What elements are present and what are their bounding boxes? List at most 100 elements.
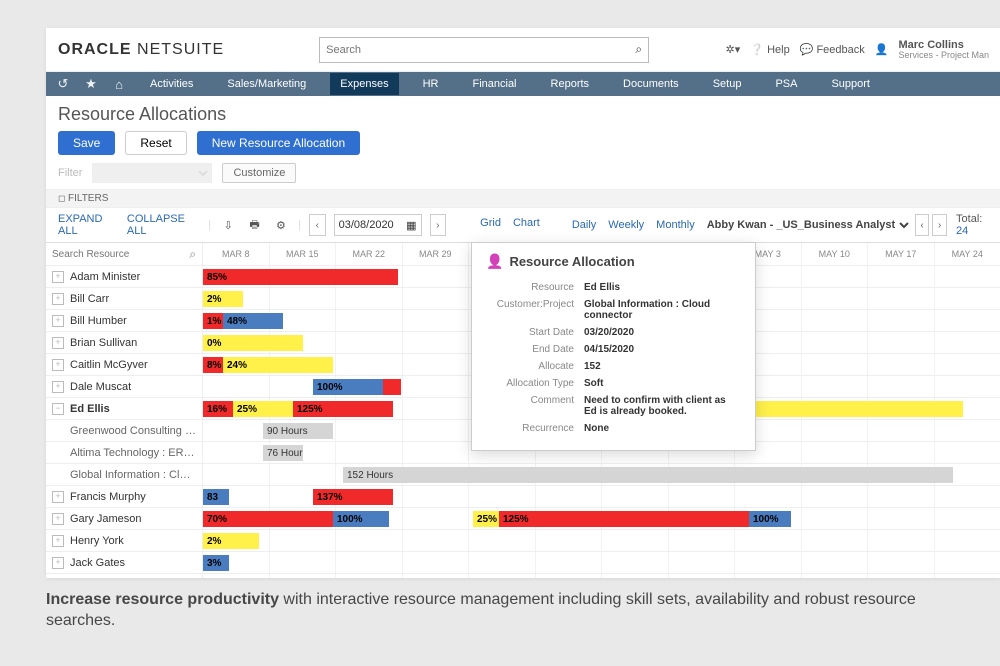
resource-row[interactable]: Altima Technology : ERP Integ...: [46, 442, 202, 464]
help-link[interactable]: ❔ Help: [750, 43, 789, 56]
allocation-bar[interactable]: 125%: [293, 401, 393, 417]
resource-name: Global Information : Cloud co...: [70, 469, 196, 481]
menu-activities[interactable]: Activities: [140, 73, 203, 95]
reset-button[interactable]: Reset: [125, 131, 186, 155]
new-allocation-button[interactable]: New Resource Allocation: [197, 131, 360, 155]
week-col: MAY 24: [935, 243, 1000, 265]
period-monthly[interactable]: Monthly: [656, 219, 695, 231]
resource-row[interactable]: +Dale Muscat: [46, 376, 202, 398]
res-next[interactable]: ›: [932, 214, 947, 236]
resource-row[interactable]: +Adam Minister: [46, 266, 202, 288]
resource-row[interactable]: +Henry York: [46, 530, 202, 552]
view-chart[interactable]: Chart: [513, 217, 540, 233]
expand-icon[interactable]: +: [52, 315, 64, 327]
home-icon[interactable]: ⌂: [112, 77, 126, 92]
prev-period[interactable]: ‹: [309, 214, 326, 236]
allocation-bar[interactable]: 83: [203, 489, 229, 505]
expand-all[interactable]: EXPAND ALL: [58, 213, 119, 237]
resource-row[interactable]: +Jack Gates: [46, 552, 202, 574]
menu-psa[interactable]: PSA: [765, 73, 807, 95]
allocation-bar[interactable]: 152 Hours: [343, 467, 953, 483]
expand-icon[interactable]: +: [52, 359, 64, 371]
globe-icon[interactable]: ✲▾: [726, 43, 741, 56]
search-input[interactable]: [326, 44, 635, 56]
resource-row[interactable]: +Francis Murphy: [46, 486, 202, 508]
expand-icon[interactable]: +: [52, 271, 64, 283]
expand-icon[interactable]: +: [52, 381, 64, 393]
allocation-bar[interactable]: 24%: [223, 357, 333, 373]
print-icon[interactable]: 🖶: [245, 215, 263, 235]
resource-name: Bill Humber: [70, 315, 196, 327]
resource-row[interactable]: +Bill Carr: [46, 288, 202, 310]
resource-row[interactable]: +Brian Sullivan: [46, 332, 202, 354]
menu-financial[interactable]: Financial: [462, 73, 526, 95]
resource-row[interactable]: +James Farinaw: [46, 574, 202, 578]
resource-search[interactable]: [52, 249, 189, 260]
menu-salesmarketing[interactable]: Sales/Marketing: [217, 73, 316, 95]
allocation-bar[interactable]: 1%: [203, 313, 223, 329]
expand-icon[interactable]: −: [52, 403, 64, 415]
allocation-bar[interactable]: 137%: [313, 489, 393, 505]
expand-icon[interactable]: +: [52, 557, 64, 569]
allocation-bar[interactable]: 125%: [499, 511, 749, 527]
allocation-bar[interactable]: 2%: [203, 291, 243, 307]
expand-icon[interactable]: +: [52, 535, 64, 547]
period-weekly[interactable]: Weekly: [608, 219, 644, 231]
tooltip-value: Soft: [580, 376, 739, 391]
gear-icon[interactable]: ⚙: [272, 215, 290, 235]
allocation-bar[interactable]: 85%: [203, 269, 398, 285]
allocation-bar[interactable]: 100%: [333, 511, 389, 527]
menu-documents[interactable]: Documents: [613, 73, 689, 95]
res-prev[interactable]: ‹: [915, 214, 930, 236]
customize-button[interactable]: Customize: [222, 163, 296, 183]
allocation-bar[interactable]: 70%: [203, 511, 333, 527]
allocation-bar[interactable]: 3%: [203, 555, 229, 571]
feedback-link[interactable]: 💬 Feedback: [800, 43, 865, 56]
menu-setup[interactable]: Setup: [703, 73, 752, 95]
resource-row[interactable]: −Ed Ellis: [46, 398, 202, 420]
tooltip-key: End Date: [488, 342, 578, 357]
allocation-bar[interactable]: 2%: [203, 533, 259, 549]
expand-icon[interactable]: +: [52, 513, 64, 525]
download-icon[interactable]: ⇩: [219, 215, 237, 235]
allocation-bar[interactable]: 90 Hours: [263, 423, 333, 439]
next-period[interactable]: ›: [430, 214, 447, 236]
week-col: MAR 22: [336, 243, 403, 265]
expand-icon[interactable]: +: [52, 293, 64, 305]
allocation-bar[interactable]: 16%: [203, 401, 233, 417]
filter-select[interactable]: [92, 163, 212, 183]
resource-select[interactable]: Abby Kwan - _US_Business Analyst: [703, 218, 912, 232]
global-search[interactable]: ⌕: [319, 37, 649, 63]
allocation-bar[interactable]: 0%: [203, 335, 303, 351]
resource-row[interactable]: + Bill Humber: [46, 310, 202, 332]
menu-hr[interactable]: HR: [413, 73, 449, 95]
view-grid[interactable]: Grid: [480, 217, 501, 233]
resource-row[interactable]: +Caitlin McGyver: [46, 354, 202, 376]
menu-support[interactable]: Support: [821, 73, 880, 95]
save-button[interactable]: Save: [58, 131, 115, 155]
resource-row[interactable]: Greenwood Consulting : Data...: [46, 420, 202, 442]
allocation-bar[interactable]: 8%: [203, 357, 223, 373]
menu-expenses[interactable]: Expenses: [330, 73, 398, 95]
history-icon[interactable]: ↺: [56, 76, 70, 92]
star-icon[interactable]: ★: [84, 76, 98, 92]
search-icon: ⌕: [635, 42, 642, 57]
menu-reports[interactable]: Reports: [541, 73, 600, 95]
allocation-bar[interactable]: 48%: [223, 313, 283, 329]
resource-row[interactable]: Global Information : Cloud co...: [46, 464, 202, 486]
filter-label: Filter: [58, 167, 82, 179]
allocation-bar[interactable]: 25%: [473, 511, 499, 527]
expand-icon[interactable]: +: [52, 491, 64, 503]
allocation-bar[interactable]: 100%: [749, 511, 791, 527]
date-input[interactable]: 03/08/2020 ▦: [334, 214, 422, 236]
period-daily[interactable]: Daily: [572, 219, 596, 231]
filters-collapse[interactable]: FILTERS: [46, 189, 1000, 208]
collapse-all[interactable]: COLLAPSE ALL: [127, 213, 200, 237]
allocation-bar[interactable]: 100%: [313, 379, 383, 395]
allocation-bar[interactable]: [383, 379, 401, 395]
allocation-bar[interactable]: 25%: [233, 401, 293, 417]
user-block[interactable]: Marc Collins Services - Project Man: [898, 39, 989, 61]
expand-icon[interactable]: +: [52, 337, 64, 349]
allocation-bar[interactable]: 76 Hours: [263, 445, 303, 461]
resource-row[interactable]: +Gary Jameson: [46, 508, 202, 530]
